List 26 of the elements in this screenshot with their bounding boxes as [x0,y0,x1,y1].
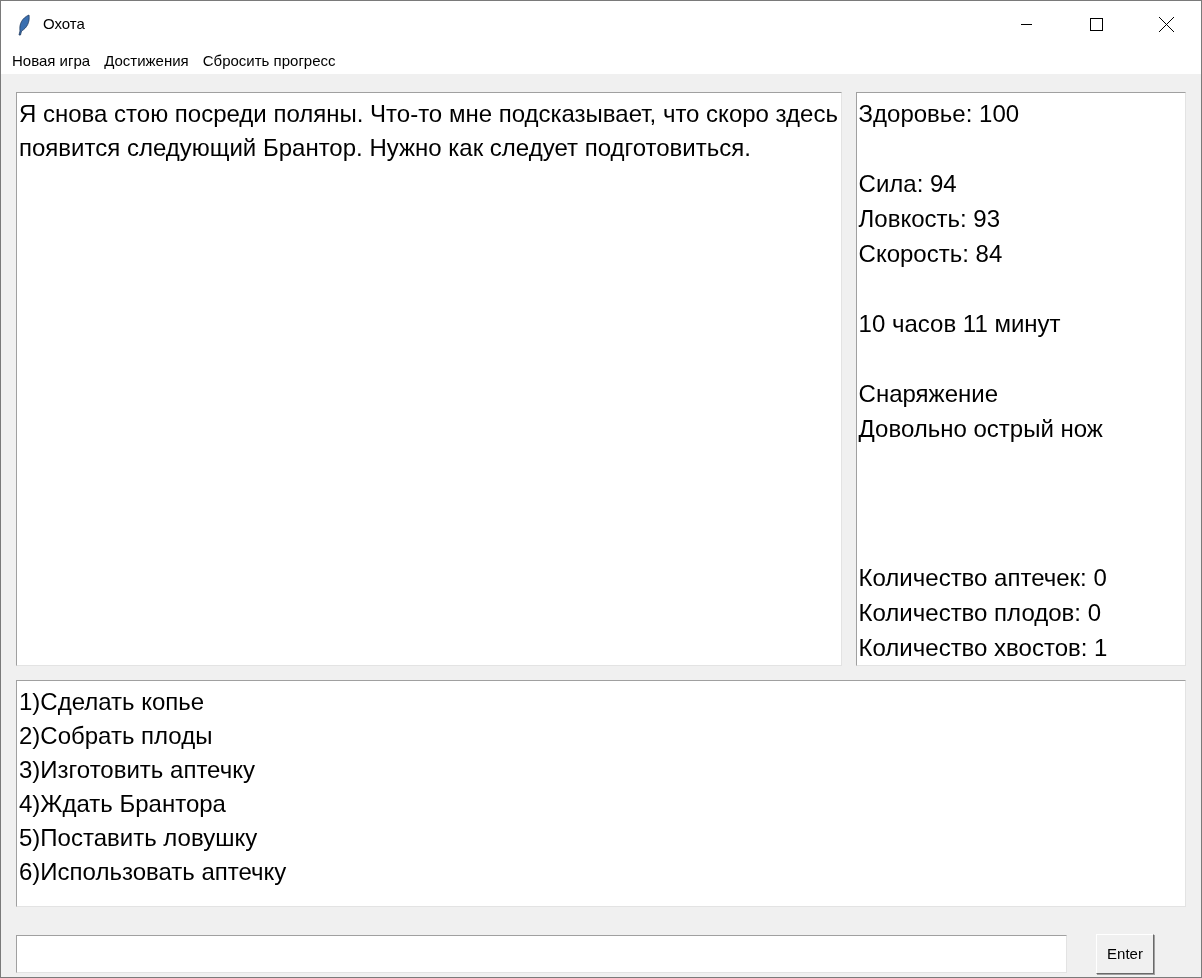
story-text: Я снова стою посреди поляны. Что-то мне подсказывает, что скоро здесь появится следующий Брантор. Нужно как следует подготовиться. [19,99,839,163]
stat-line: Ловкость: 93 [858,204,1002,234]
stat-line: Здоровье: 100 [858,99,1021,129]
close-icon [1158,17,1174,32]
stat-line: Сила: 94 [858,169,958,199]
menu-item[interactable]: Сбросить прогресс [195,49,343,73]
count-line: Количество плодов: 0 [858,598,1102,628]
menu-item[interactable]: Достижения [97,49,196,73]
enter-button[interactable]: Enter [1096,934,1154,974]
window-title: Охота [43,14,85,35]
option-line: 6)Использовать аптечку [19,857,288,887]
stat-line: Снаряжение [858,379,999,409]
maximize-icon [1089,18,1103,31]
option-line: 4)Ждать Брантора [19,789,227,819]
menu-item[interactable]: Новая игра [5,49,98,73]
count-line: Количество хвостов: 1 [858,633,1109,663]
stat-line: 10 часов 11 минут [858,309,1062,339]
stat-line: Довольно острый нож [858,414,1104,444]
count-line: Количество аптечек: 0 [858,563,1108,593]
feather-icon [17,13,31,36]
option-line: 3)Изготовить аптечку [19,755,256,785]
command-input[interactable] [16,935,1067,973]
option-line: 2)Собрать плоды [19,721,214,751]
option-line: 1)Сделать копье [19,687,206,717]
stat-line: Скорость: 84 [858,239,1004,269]
option-line: 5)Поставить ловушку [19,823,259,853]
